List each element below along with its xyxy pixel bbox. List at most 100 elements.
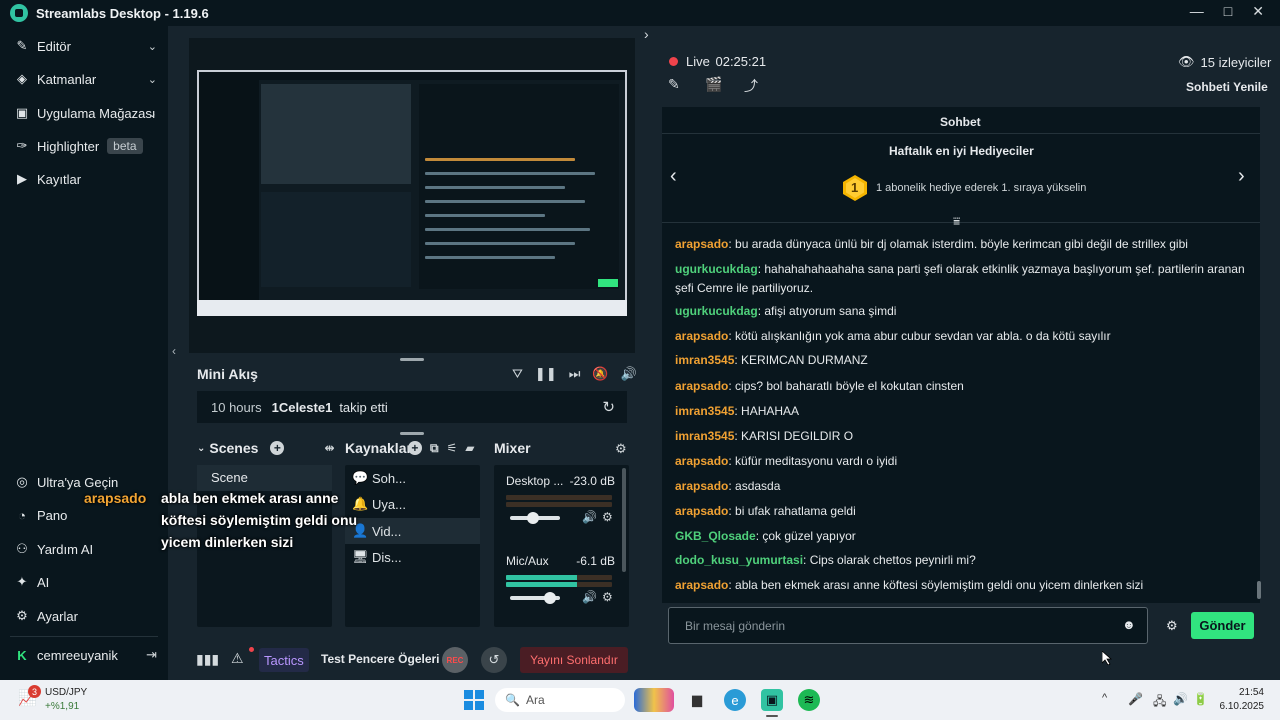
source-item[interactable]: 🖥 Dis... bbox=[352, 545, 402, 569]
widget-title[interactable]: USD/JPY bbox=[45, 687, 87, 698]
file-explorer-icon[interactable]: ▆ bbox=[686, 689, 708, 711]
sidebar-item-editor[interactable]: ✎ Editör ⌄ bbox=[14, 35, 159, 57]
chat-username[interactable]: dodo_kusu_yumurtasi bbox=[675, 553, 803, 567]
record-button[interactable]: REC bbox=[442, 647, 468, 673]
refresh-chat-button[interactable]: Sohbeti Yenile bbox=[1186, 80, 1268, 94]
preview-chat-line bbox=[425, 158, 575, 161]
microphone-icon[interactable]: 🎤 bbox=[1128, 692, 1143, 706]
collapse-gifters-icon[interactable]: ⩸ bbox=[953, 214, 960, 229]
chat-username[interactable]: arapsado bbox=[675, 578, 728, 592]
chat-input-placeholder[interactable]: Bir mesaj gönderin bbox=[685, 619, 785, 633]
sidebar-item-help-ai[interactable]: ⚇ Yardım AI bbox=[14, 538, 159, 560]
event-user: 1Celeste1 bbox=[271, 399, 333, 415]
share-icon[interactable]: ⤴ bbox=[744, 76, 758, 96]
emoji-icon[interactable]: ☻ bbox=[1122, 617, 1136, 632]
channel-settings-icon[interactable]: ⚙ bbox=[602, 510, 613, 524]
scene-transitions-icon[interactable]: ⇹ bbox=[324, 441, 334, 455]
channel-db: -6.1 dB bbox=[576, 554, 615, 568]
chat-settings-icon[interactable]: ⚙ bbox=[1166, 618, 1178, 634]
volume-icon[interactable]: 🔊 bbox=[1173, 692, 1188, 706]
collapse-sidebar-icon[interactable]: ‹ bbox=[172, 344, 176, 358]
sidebar-item-recordings[interactable]: ▶ Kayıtlar bbox=[14, 168, 159, 190]
mic-volume-slider[interactable] bbox=[510, 592, 560, 604]
chat-username[interactable]: ugurkucukdag bbox=[675, 304, 758, 318]
chat-username[interactable]: arapsado bbox=[675, 237, 728, 251]
mixer-scrollbar[interactable] bbox=[622, 468, 626, 572]
maximize-button[interactable]: □ bbox=[1224, 3, 1232, 20]
chat-scrollbar[interactable] bbox=[1257, 581, 1261, 599]
chat-username[interactable]: arapsado bbox=[675, 479, 728, 493]
speaker-icon[interactable]: 🔊 bbox=[582, 590, 597, 604]
show-hidden-icons-icon[interactable]: ^ bbox=[1102, 692, 1107, 704]
edge-browser-icon[interactable]: e bbox=[724, 689, 746, 711]
clip-icon[interactable]: 🎬 bbox=[705, 76, 722, 93]
sidebar-user[interactable]: K cemreeuyanik ⇥ bbox=[14, 644, 159, 666]
prev-gifter-arrow-icon[interactable]: ‹ bbox=[670, 165, 677, 188]
search-highlight-image[interactable] bbox=[634, 688, 674, 712]
volume-icon[interactable]: 🔊 bbox=[621, 366, 637, 382]
windows-start-icon[interactable] bbox=[464, 690, 484, 710]
source-item[interactable]: 🔔 Uya... bbox=[352, 492, 406, 516]
chat-username[interactable]: ugurkucukdag bbox=[675, 262, 758, 276]
sidebar-item-highlighter[interactable]: ✑ Highlighter beta bbox=[14, 135, 159, 157]
sidebar-item-settings[interactable]: ⚙ Ayarlar bbox=[14, 605, 159, 627]
minimize-button[interactable]: — bbox=[1190, 3, 1204, 20]
resize-handle[interactable] bbox=[400, 432, 424, 435]
replay-buffer-button[interactable]: ↺ bbox=[481, 647, 507, 673]
sidebar-item-ai[interactable]: ✦ AI bbox=[14, 571, 159, 593]
refresh-icon[interactable]: ↻ bbox=[602, 398, 615, 416]
pause-icon[interactable]: ❚❚ bbox=[535, 366, 557, 382]
add-group-icon[interactable]: ⧉ bbox=[430, 441, 439, 456]
chat-username[interactable]: arapsado bbox=[675, 329, 728, 343]
filter-icon[interactable]: ⛛ bbox=[512, 366, 523, 382]
tactics-button[interactable]: Tactics bbox=[259, 648, 309, 672]
chat-username[interactable]: imran3545 bbox=[675, 353, 734, 367]
edit-stream-icon[interactable]: ✎ bbox=[668, 76, 680, 93]
chat-username[interactable]: imran3545 bbox=[675, 429, 734, 443]
folder-icon[interactable]: ▰ bbox=[465, 441, 474, 455]
end-stream-button[interactable]: Yayını Sonlandır bbox=[520, 647, 628, 673]
next-gifter-arrow-icon[interactable]: › bbox=[1238, 165, 1245, 188]
chevron-down-icon[interactable]: ⌄ bbox=[197, 443, 205, 454]
taskbar-search[interactable]: 🔍 Ara bbox=[495, 688, 625, 712]
chat-username[interactable]: arapsado bbox=[675, 379, 728, 393]
clock-date[interactable]: 6.10.2025 bbox=[1212, 701, 1265, 712]
test-widgets-button[interactable]: Test Pencere Ögeleri bbox=[321, 652, 440, 666]
sidebar-item-label: Editör bbox=[37, 38, 71, 54]
spotify-icon[interactable]: ≋ bbox=[798, 689, 820, 711]
chat-divider bbox=[662, 133, 1260, 134]
mute-notifications-icon[interactable]: 🔕 bbox=[592, 366, 608, 382]
warning-icon[interactable]: ⚠ bbox=[231, 650, 244, 667]
chat-username[interactable]: GKB_Qlosade bbox=[675, 529, 756, 543]
clock-time[interactable]: 21:54 bbox=[1222, 687, 1264, 698]
sidebar-item-app-store[interactable]: ▣ Uygulama Mağazası ⌄ bbox=[14, 102, 159, 124]
active-app-indicator bbox=[766, 715, 778, 717]
performance-icon[interactable]: ▮▮▮ bbox=[196, 651, 219, 668]
chat-username[interactable]: arapsado bbox=[675, 454, 728, 468]
logout-icon[interactable]: ⇥ bbox=[146, 647, 157, 663]
sidebar-item-layers[interactable]: ◈ Katmanlar ⌄ bbox=[14, 68, 159, 90]
network-icon[interactable]: 🖧 bbox=[1153, 692, 1166, 713]
source-properties-icon[interactable]: ⚟ bbox=[447, 441, 458, 455]
battery-icon[interactable]: 🔋 bbox=[1193, 692, 1208, 706]
source-item[interactable]: 👤 Vid... bbox=[352, 519, 401, 543]
source-item[interactable]: 💬 Soh... bbox=[352, 466, 406, 490]
chat-username[interactable]: arapsado bbox=[675, 504, 728, 518]
add-source-icon[interactable]: + bbox=[407, 441, 422, 455]
ultra-icon: ◎ bbox=[16, 474, 28, 489]
sidebar-item-label: Yardım AI bbox=[37, 541, 94, 557]
resize-handle[interactable] bbox=[400, 358, 424, 361]
desktop-volume-slider[interactable] bbox=[510, 512, 560, 524]
add-scene-icon[interactable]: + bbox=[270, 441, 285, 455]
skip-icon[interactable]: ⏭ bbox=[569, 366, 581, 382]
chat-text: : kötü alışkanlığın yok ama abur cubur s… bbox=[728, 329, 1111, 343]
mixer-settings-icon[interactable]: ⚙ bbox=[615, 441, 627, 457]
streamlabs-taskbar-icon[interactable]: ▣ bbox=[761, 689, 783, 711]
collapse-right-panel-icon[interactable]: › bbox=[644, 26, 649, 42]
speaker-icon[interactable]: 🔊 bbox=[582, 510, 597, 524]
close-button[interactable]: ✕ bbox=[1252, 3, 1264, 20]
chat-username[interactable]: imran3545 bbox=[675, 404, 734, 418]
chat-text: : KARISI DEGILDIR O bbox=[734, 429, 854, 443]
send-button[interactable]: Gönder bbox=[1191, 612, 1254, 639]
channel-settings-icon[interactable]: ⚙ bbox=[602, 590, 613, 604]
